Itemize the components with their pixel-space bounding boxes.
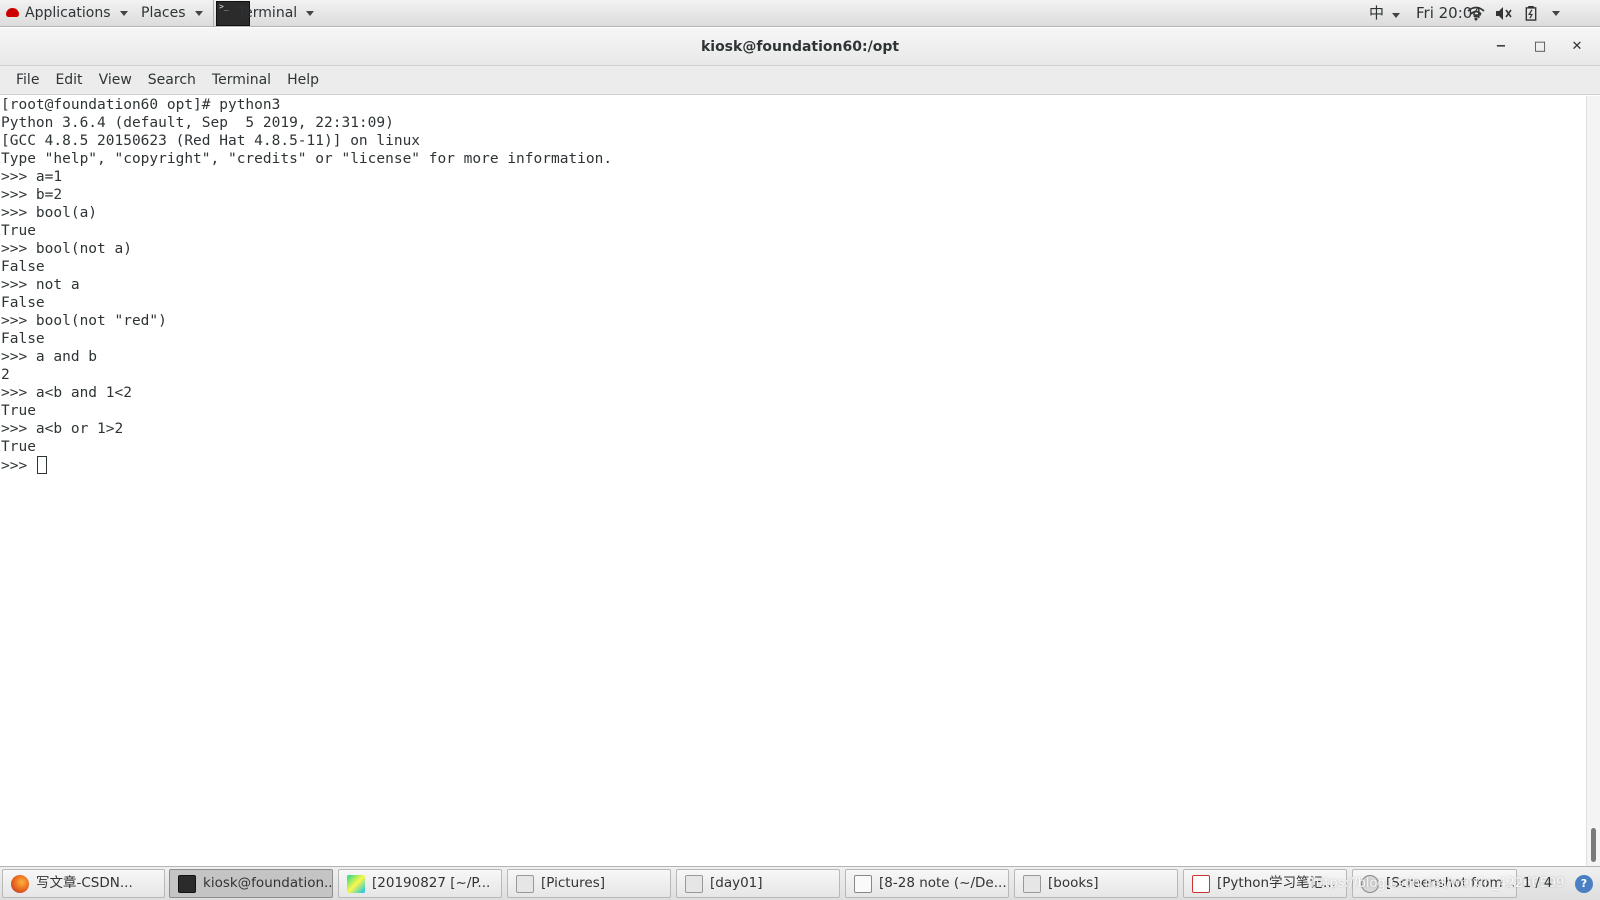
places-label: Places <box>141 5 186 21</box>
terminal-line: >>> bool(a) <box>1 205 98 221</box>
menu-view[interactable]: View <box>91 67 140 94</box>
menu-edit[interactable]: Edit <box>47 67 90 94</box>
workspace-indicator[interactable]: 1 / 4 <box>1523 867 1552 900</box>
task-firefox[interactable]: 写文章-CSDN... <box>2 869 165 898</box>
minimize-button[interactable]: − <box>1491 37 1511 57</box>
terminal-line: >>> bool(not a) <box>1 241 132 257</box>
terminal-line: >>> b=2 <box>1 187 63 203</box>
terminal-app-label: Terminal <box>238 5 298 21</box>
chevron-down-icon <box>1391 13 1400 18</box>
terminal-line: >>> bool(not "red") <box>1 313 167 329</box>
terminal-line: Type "help", "copyright", "credits" or "… <box>1 151 613 167</box>
menu-file[interactable]: File <box>8 67 47 94</box>
close-button[interactable]: ✕ <box>1567 37 1587 57</box>
input-method-indicator[interactable]: 中 <box>1369 0 1400 27</box>
terminal-area[interactable]: [root@foundation60 opt]# python3 Python 3… <box>0 96 1586 866</box>
file-manager-icon <box>1023 874 1041 893</box>
task-label: [day01] <box>710 875 763 891</box>
terminal-line: >>> a<b or 1>2 <box>1 421 124 437</box>
terminal-line: True <box>1 223 36 239</box>
task-pictures[interactable]: [Pictures] <box>507 869 671 898</box>
close-icon: ✕ <box>1571 39 1583 54</box>
task-label: [books] <box>1048 875 1099 891</box>
terminal-line: 2 <box>1 367 10 383</box>
task-books[interactable]: [books] <box>1014 869 1178 898</box>
terminal-line: [GCC 4.8.5 20150623 (Red Hat 4.8.5-11)] … <box>1 133 421 149</box>
wifi-icon[interactable] <box>1467 6 1485 21</box>
task-label: [20190827 [~/P... <box>372 875 491 891</box>
power-menu-icon[interactable] <box>1552 11 1560 16</box>
terminal-line: >>> a<b and 1<2 <box>1 385 132 401</box>
panel-separator <box>213 0 214 27</box>
task-label: kiosk@foundation... <box>203 875 333 891</box>
task-pycharm[interactable]: [20190827 [~/P... <box>338 869 502 898</box>
terminal-scrollbar[interactable] <box>1586 96 1600 866</box>
chevron-down-icon <box>194 11 203 16</box>
document-viewer-icon <box>1192 874 1210 893</box>
task-note[interactable]: [8-28 note (~/De... <box>845 869 1009 898</box>
volume-icon[interactable] <box>1495 6 1513 21</box>
applications-menu[interactable]: Applications <box>6 0 128 27</box>
chevron-down-icon <box>306 11 315 16</box>
terminal-prompt-line[interactable]: >>> <box>1 456 1586 475</box>
task-label: [Pictures] <box>541 875 605 891</box>
terminal-line: >>> a and b <box>1 349 98 365</box>
terminal-line: >>> a=1 <box>1 169 63 185</box>
taskbar: 写文章-CSDN... kiosk@foundation... [2019082… <box>0 866 1600 900</box>
file-manager-icon <box>685 874 703 893</box>
minimize-icon: − <box>1495 39 1507 54</box>
terminal-icon <box>178 874 196 893</box>
terminal-line: True <box>1 439 36 455</box>
terminal-line: True <box>1 403 36 419</box>
terminal-output: [root@foundation60 opt]# python3 Python 3… <box>0 96 1586 475</box>
notification-icon[interactable]: ? <box>1575 875 1593 893</box>
window-title-bar[interactable]: kiosk@foundation60:/opt − □ ✕ <box>0 28 1600 66</box>
task-terminal[interactable]: kiosk@foundation... <box>169 869 333 898</box>
menu-bar: File Edit View Search Terminal Help <box>0 66 1600 95</box>
firefox-icon <box>11 874 29 893</box>
menu-search[interactable]: Search <box>140 67 204 94</box>
text-cursor <box>36 456 47 474</box>
task-label: [8-28 note (~/De... <box>879 875 1007 891</box>
maximize-icon: □ <box>1533 39 1547 54</box>
terminal-line: False <box>1 259 45 275</box>
applications-label: Applications <box>25 5 111 21</box>
terminal-app-menu[interactable]: >_ Terminal <box>216 0 315 27</box>
task-label: 写文章-CSDN... <box>36 875 133 891</box>
menu-terminal[interactable]: Terminal <box>204 67 279 94</box>
terminal-line: False <box>1 295 45 311</box>
maximize-button[interactable]: □ <box>1530 37 1550 57</box>
terminal-line: [root@foundation60 opt]# python3 <box>1 97 281 113</box>
places-menu[interactable]: Places <box>141 0 203 27</box>
scrollbar-thumb[interactable] <box>1591 828 1596 862</box>
battery-icon[interactable] <box>1525 6 1537 21</box>
text-editor-icon <box>854 874 872 893</box>
terminal-line: >>> not a <box>1 277 80 293</box>
file-manager-icon <box>516 874 534 893</box>
terminal-prompt: >>> <box>1 458 36 474</box>
terminal-line: Python 3.6.4 (default, Sep 5 2019, 22:31… <box>1 115 394 131</box>
terminal-line: False <box>1 331 45 347</box>
menu-help[interactable]: Help <box>279 67 327 94</box>
task-day01[interactable]: [day01] <box>676 869 840 898</box>
chevron-down-icon <box>119 11 128 16</box>
pycharm-icon <box>347 874 365 893</box>
redhat-icon <box>6 8 19 17</box>
input-method-label: 中 <box>1369 4 1385 22</box>
top-panel: Applications Places >_ Terminal 中 Fri 20… <box>0 0 1600 27</box>
window-title: kiosk@foundation60:/opt <box>700 39 900 55</box>
